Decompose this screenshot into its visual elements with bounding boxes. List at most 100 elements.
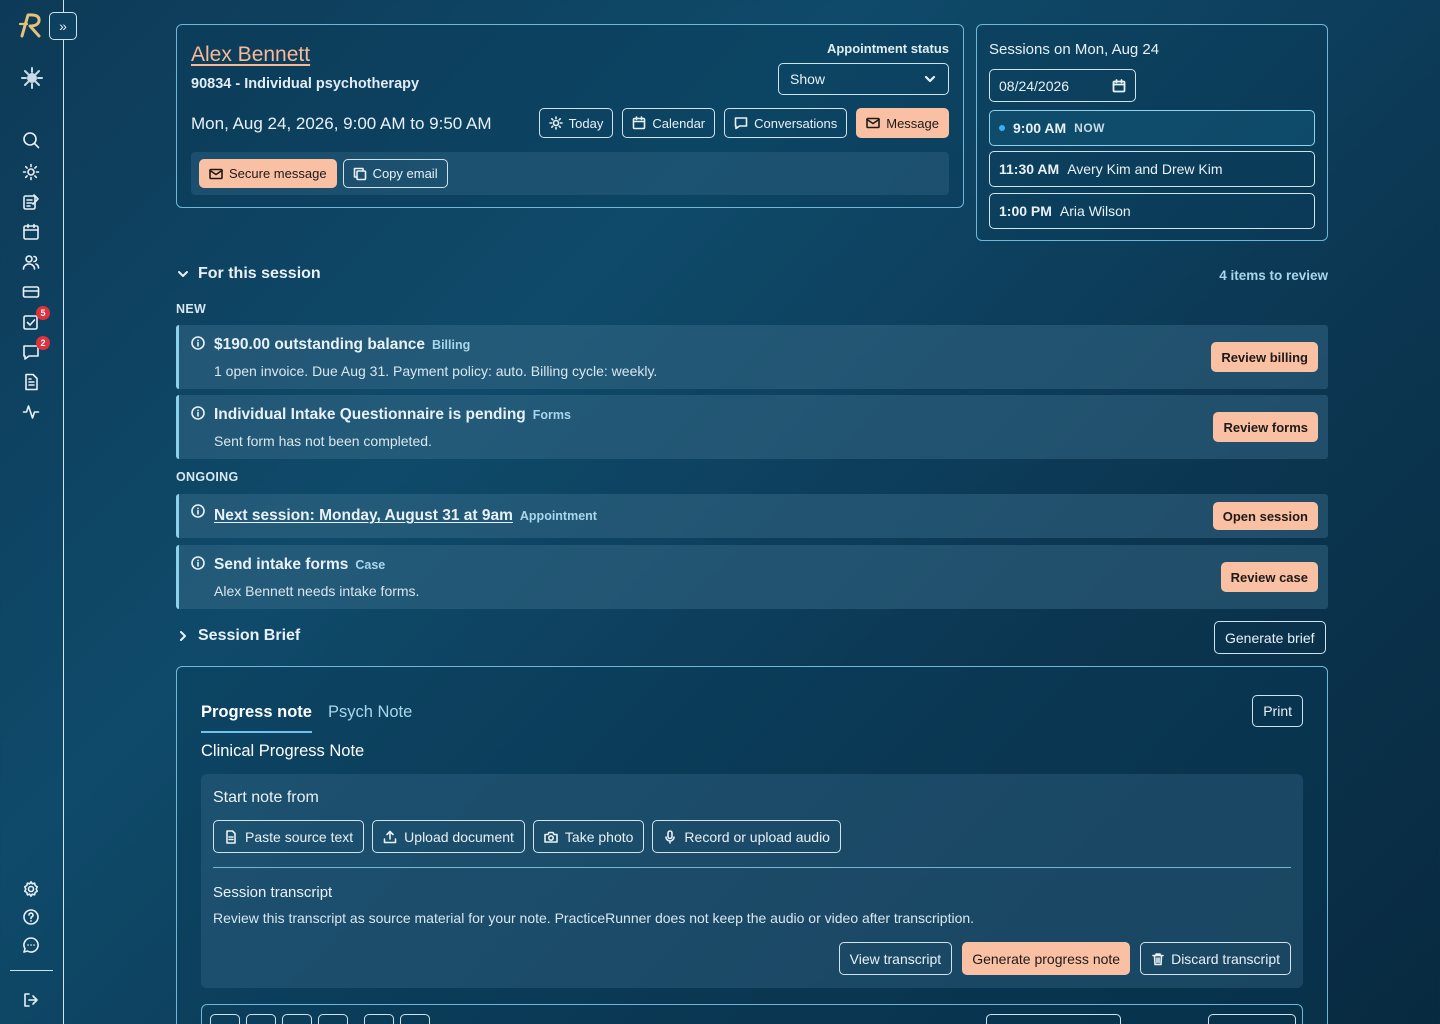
activity-icon[interactable] [22, 403, 42, 423]
upload-icon [383, 830, 397, 843]
redo-button[interactable] [400, 1014, 430, 1024]
trash-icon [1152, 952, 1164, 965]
view-transcript-button[interactable]: View transcript [838, 942, 953, 975]
transcript-desc: Review this transcript as source materia… [213, 910, 975, 926]
start-note-panel: Start note from Paste source text Upload… [201, 774, 1303, 988]
contact-actions: Secure message Copy email [191, 152, 949, 195]
print-button[interactable]: Print [1252, 695, 1303, 727]
note-tabs: Progress note Psych Note [201, 703, 412, 733]
discard-transcript-label: Discard transcript [1171, 950, 1280, 967]
settings-gear-icon[interactable] [22, 880, 42, 900]
client-name-link[interactable]: Alex Bennett [191, 43, 310, 67]
session-brief-toggle[interactable]: Session Brief [176, 627, 300, 645]
upload-document-button[interactable]: Upload document [372, 820, 525, 853]
next-session-link[interactable]: Next session: Monday, August 31 at 9am [214, 507, 513, 525]
review-title-text: Individual Intake Questionnaire is pendi… [214, 406, 526, 423]
search-icon[interactable] [22, 131, 42, 151]
session-date-input[interactable]: 08/24/2026 [989, 69, 1136, 102]
review-item-tag: Appointment [519, 509, 597, 523]
review-item-tag: Forms [532, 408, 571, 422]
record-audio-label: Record or upload audio [684, 828, 830, 845]
tab-progress-note[interactable]: Progress note [201, 703, 312, 733]
session-date-value: 08/24/2026 [999, 77, 1070, 94]
secure-message-button[interactable]: Secure message [199, 159, 337, 188]
numbered-list-button[interactable] [318, 1014, 348, 1024]
editor-select[interactable] [986, 1014, 1121, 1024]
session-brief-title: Session Brief [198, 627, 301, 644]
logout-icon[interactable] [22, 991, 42, 1011]
message-label: Message [886, 115, 939, 131]
conversations-button[interactable]: Conversations [724, 108, 848, 138]
tasks-icon[interactable]: 5 [22, 306, 50, 333]
source-buttons: Paste source text Upload document Take p… [213, 820, 841, 853]
group-label-new: NEW [176, 302, 207, 316]
note-heading: Clinical Progress Note [201, 742, 365, 760]
bold-button[interactable] [210, 1014, 240, 1024]
appointment-status-label: Appointment status [826, 41, 949, 56]
open-session-button[interactable]: Open session [1212, 502, 1318, 530]
secure-message-label: Secure message [229, 166, 327, 181]
review-item-appointment: Next session: Monday, August 31 at 9am A… [176, 494, 1328, 538]
messages-icon[interactable]: 2 [22, 336, 50, 363]
tab-psych-note[interactable]: Psych Note [328, 703, 412, 733]
upload-document-label: Upload document [404, 828, 514, 845]
review-item-title: $190.00 outstanding balance Billing [214, 336, 470, 354]
feedback-chat-icon[interactable] [22, 936, 42, 956]
editor-mode-select[interactable] [1208, 1014, 1296, 1024]
italic-button[interactable] [246, 1014, 276, 1024]
review-title-text: Send intake forms [214, 556, 349, 573]
generate-brief-button[interactable]: Generate brief [1214, 621, 1326, 654]
generate-progress-note-button[interactable]: Generate progress note [962, 942, 1131, 975]
sun-icon [548, 116, 563, 130]
practice-icon[interactable] [21, 67, 43, 89]
undo-button[interactable] [364, 1014, 394, 1024]
bullet-list-button[interactable] [282, 1014, 312, 1024]
review-item-desc: 1 open invoice. Due Aug 31. Payment poli… [214, 363, 658, 379]
take-photo-button[interactable]: Take photo [532, 820, 645, 853]
chevron-down-icon [178, 271, 188, 277]
transcript-title: Session transcript [213, 884, 333, 901]
notes-icon[interactable] [22, 193, 42, 213]
record-audio-button[interactable]: Record or upload audio [652, 820, 841, 853]
review-forms-button[interactable]: Review forms [1213, 412, 1318, 442]
sun-icon[interactable] [22, 163, 42, 183]
microphone-icon [665, 829, 676, 844]
sessions-title: Sessions on Mon, Aug 24 [989, 41, 1160, 58]
calendar-icon[interactable] [1112, 78, 1126, 93]
session-item-current[interactable]: 9:00 AM NOW [989, 110, 1315, 146]
expand-sidebar-button[interactable]: » [49, 12, 77, 40]
calendar-button[interactable]: Calendar [622, 108, 716, 138]
documents-icon[interactable] [22, 373, 42, 393]
note-card: Progress note Psych Note Print Clinical … [176, 666, 1328, 1024]
review-case-button[interactable]: Review case [1220, 562, 1318, 592]
paste-source-text-button[interactable]: Paste source text [213, 820, 365, 853]
appointment-status-select[interactable]: Show [778, 63, 949, 95]
session-item[interactable]: 1:00 PM Aria Wilson [989, 193, 1315, 229]
session-client: Avery Kim and Drew Kim [1067, 161, 1223, 177]
session-item[interactable]: 11:30 AM Avery Kim and Drew Kim [989, 151, 1315, 187]
copy-email-button[interactable]: Copy email [342, 159, 448, 188]
copy-email-label: Copy email [372, 166, 438, 181]
clients-icon[interactable] [22, 253, 42, 273]
info-icon [191, 406, 205, 420]
discard-transcript-button[interactable]: Discard transcript [1140, 942, 1291, 975]
today-label: Today [568, 115, 604, 131]
today-button[interactable]: Today [538, 108, 614, 138]
calendar-icon[interactable] [22, 223, 42, 243]
editor-toolbar [201, 1004, 1303, 1024]
review-billing-button[interactable]: Review billing [1211, 342, 1318, 372]
take-photo-label: Take photo [564, 828, 634, 845]
messages-badge: 2 [36, 336, 50, 350]
billing-card-icon[interactable] [22, 283, 42, 303]
group-label-ongoing: ONGOING [176, 470, 239, 484]
section-title: For this session [198, 265, 321, 282]
info-icon [191, 504, 205, 518]
review-item-title: Next session: Monday, August 31 at 9am A… [214, 507, 597, 525]
service-code: 90834 - Individual psychotherapy [191, 76, 420, 92]
message-button[interactable]: Message [856, 108, 949, 138]
sessions-card: Sessions on Mon, Aug 24 08/24/2026 9:00 … [976, 24, 1328, 241]
help-icon[interactable] [22, 908, 42, 928]
for-this-session-toggle[interactable]: For this session [176, 265, 321, 283]
camera-icon [544, 831, 558, 843]
practicerunner-logo[interactable] [18, 12, 46, 38]
